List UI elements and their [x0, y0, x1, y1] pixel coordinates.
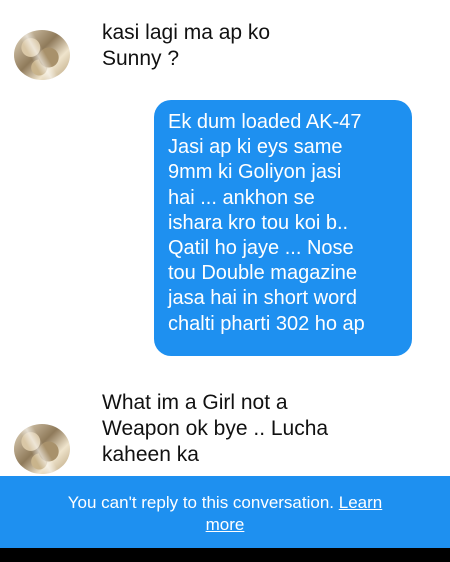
message-line: tou Double magazine	[168, 262, 358, 285]
message-line: What im a Girl not a	[102, 391, 288, 414]
message-line: kasi lagi ma ap ko	[102, 21, 271, 44]
incoming-message-1: kasi lagi ma ap ko Sunny ?	[102, 20, 270, 72]
outgoing-message-bubble[interactable]: Ek dum loaded AK-47 Jasi ap ki eys same …	[154, 100, 412, 356]
learn-more-link-continued[interactable]: more	[206, 515, 245, 534]
reply-disabled-text: You can't reply to this conversation.	[67, 493, 335, 512]
message-line: ishara kro tou koi b..	[168, 211, 349, 234]
message-line: Jasi ap ki eys same	[168, 136, 343, 159]
learn-more-link[interactable]: Learn	[339, 493, 382, 512]
message-line: Qatil ho jaye ... Nose	[168, 237, 354, 260]
message-line: chalti pharti 302 ho ap	[168, 312, 365, 335]
sender-avatar[interactable]	[14, 30, 70, 80]
reply-disabled-banner: You can't reply to this conversation. Le…	[0, 476, 450, 548]
message-line: jasa hai in short word	[168, 287, 357, 310]
bottom-edge	[0, 548, 450, 562]
message-line: kaheen ka	[102, 443, 199, 466]
sender-avatar[interactable]	[14, 424, 70, 474]
incoming-message-2: What im a Girl not a Weapon ok bye .. Lu…	[102, 390, 328, 468]
message-line: Sunny ?	[102, 47, 180, 70]
message-line: Weapon ok bye .. Lucha	[102, 417, 329, 440]
message-line: Ek dum loaded AK-47	[168, 111, 362, 133]
message-line: 9mm ki Goliyon jasi	[168, 161, 342, 184]
message-line: hai ... ankhon se	[168, 186, 315, 209]
